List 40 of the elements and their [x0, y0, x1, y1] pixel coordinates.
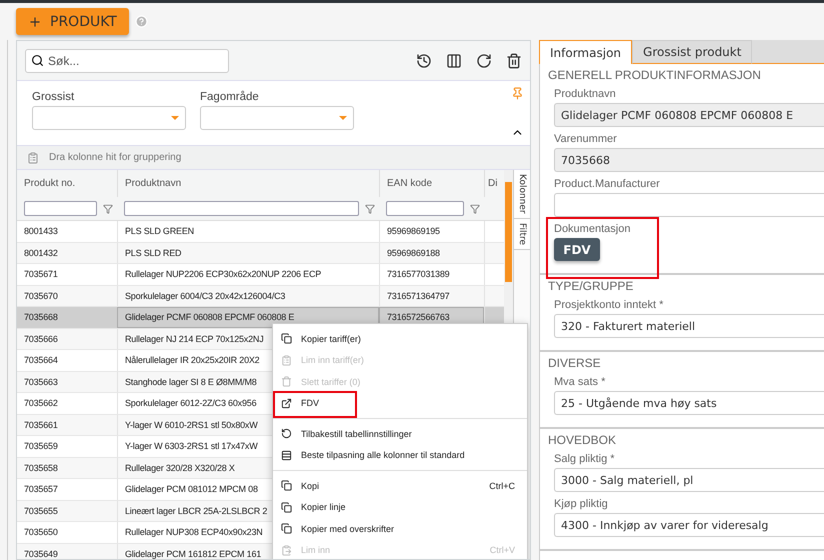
table-cell-text: 7035664: [23, 354, 59, 368]
table-cell-text: 8001432: [23, 246, 59, 260]
field-label: Product.Manufacturer: [554, 178, 661, 190]
section-title: GENERELL PRODUKTINFORMASJON: [548, 68, 762, 82]
group-hint: Dra kolonne hit for gruppering: [49, 152, 182, 163]
table-cell-text: 7035659: [23, 440, 59, 454]
section-title: HOVEDBOK: [548, 433, 618, 447]
field-label: Prosjektkonto inntekt *: [554, 299, 664, 311]
table-cell-text: 7035649: [23, 548, 59, 559]
table-cell-text: 7035655: [23, 504, 59, 518]
shortcut-text: Ctrl+V: [490, 545, 515, 556]
table-cell: 7316571364797: [379, 286, 484, 306]
field-label: Dokumentasjon: [554, 223, 632, 235]
table-cell-text: 7035662: [23, 397, 59, 410]
table-cell-text: 7035668: [23, 311, 59, 324]
table-cell-text: 7035650: [23, 526, 59, 540]
field-label: Produktnavn: [554, 88, 617, 100]
table-cell-text: 7035670: [23, 290, 59, 303]
table-cell-text: 8001433: [23, 225, 59, 238]
filter-label: Grossist: [32, 91, 76, 103]
table-cell-text: 7035657: [23, 483, 59, 496]
table-cell-text: 7035661: [23, 418, 59, 432]
section-title: TYPE/GRUPPE: [548, 279, 634, 293]
table-cell: 7316577031389: [379, 264, 484, 284]
field-label: Mva sats *: [554, 376, 606, 388]
section-title: DIVERSE: [548, 356, 602, 370]
table-cell-text: 7035663: [23, 376, 59, 389]
table-cell: Sporkulelager 6004/C3 20x42x126004/C3: [117, 286, 379, 306]
table-cell-text: 7035666: [23, 332, 59, 346]
field-label: Kjøp pliktig: [554, 498, 609, 510]
table-cell-text: 7035671: [23, 268, 59, 282]
table-cell: PLS SLD RED: [117, 242, 379, 263]
table-cell: Rullelager NUP2206 ECP30x62x20NUP 2206 ECP: [117, 264, 379, 284]
table-cell: 95969869195: [379, 221, 484, 242]
field-label: Varenummer: [554, 133, 618, 145]
table-cell: 95969869188: [379, 242, 484, 263]
filter-label: Fagområde: [200, 91, 260, 103]
table-cell: PLS SLD GREEN: [117, 221, 379, 242]
table-cell-text: 7035658: [23, 462, 59, 475]
field-label: Salg pliktig *: [554, 453, 616, 465]
